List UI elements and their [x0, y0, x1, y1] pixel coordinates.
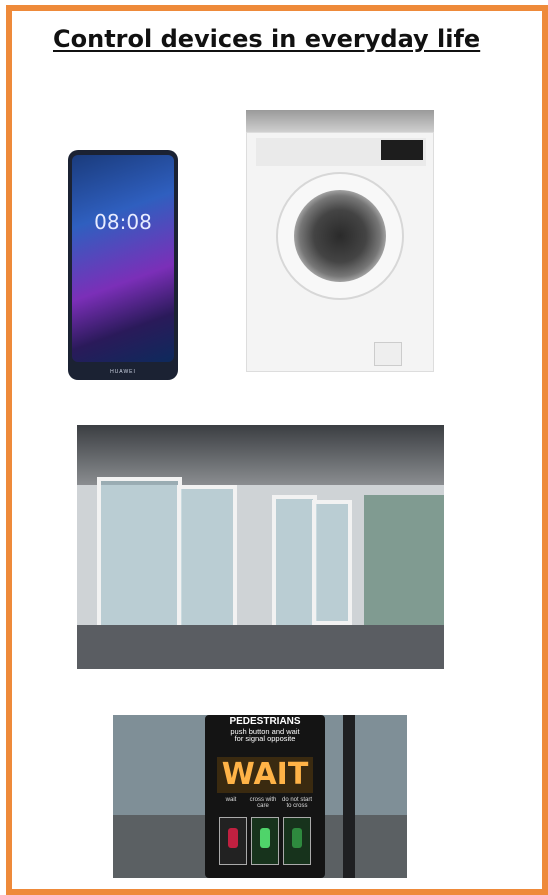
flashing-green-lamp: [283, 817, 311, 865]
crossing-pole: [343, 715, 355, 878]
doors-ceiling: [77, 425, 444, 485]
flashing-green-icon: [292, 828, 302, 848]
doors-side-glass: [364, 495, 444, 625]
red-man-icon: [228, 828, 238, 848]
smartphone-image: 08:08 HUAWEI: [68, 150, 178, 380]
crossing-line2: for signal opposite: [234, 734, 296, 744]
door-pane-center: [272, 495, 317, 630]
pedestrian-crossing-image: PEDESTRIANS push button and wait for sig…: [113, 715, 407, 878]
door-pane-left: [97, 477, 182, 642]
green-man-lamp: [251, 817, 279, 865]
washing-machine-image: [246, 110, 434, 372]
door-pane-right: [312, 500, 352, 625]
page-title: Control devices in everyday life: [53, 25, 481, 53]
washer-top: [246, 110, 434, 132]
washer-filter-hatch: [374, 342, 402, 366]
red-man-lamp: [219, 817, 247, 865]
washer-display: [381, 140, 423, 160]
caption-dont-start: do not start to cross: [281, 797, 313, 809]
crossing-label: PEDESTRIANS push button and wait for sig…: [217, 716, 313, 744]
phone-screen: 08:08: [72, 155, 174, 362]
automatic-doors-image: [77, 425, 444, 669]
wait-sign: WAIT: [217, 757, 313, 793]
washer-door-glass: [294, 190, 386, 282]
caption-wait: wait: [225, 797, 237, 803]
caption-cross: cross with care: [249, 797, 277, 809]
doors-floor: [77, 625, 444, 669]
green-man-icon: [260, 828, 270, 848]
crossing-header: PEDESTRIANS: [229, 716, 301, 727]
phone-brand: HUAWEI: [110, 369, 136, 375]
phone-clock: 08:08: [94, 210, 152, 234]
